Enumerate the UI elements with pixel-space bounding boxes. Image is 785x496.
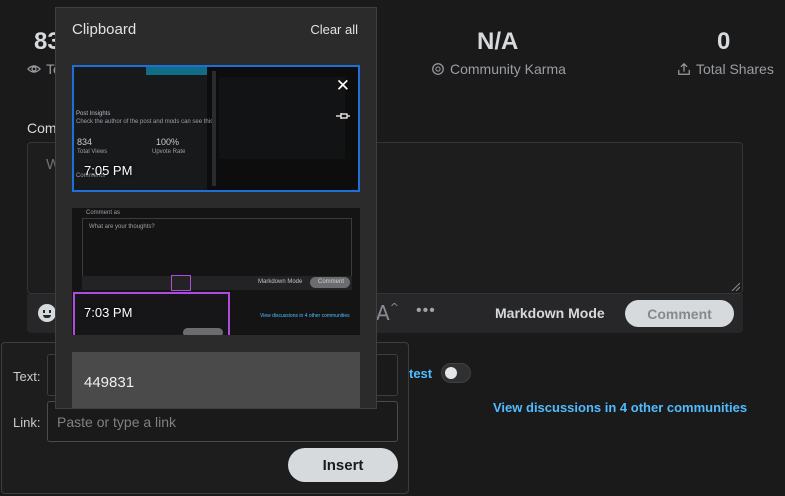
mini-comment-button: Comment [310, 277, 350, 288]
highlight-box [171, 275, 191, 291]
clipboard-item-text[interactable]: 449831 [72, 352, 360, 408]
clipboard-item-image[interactable]: Comment as What are your thoughts? Markd… [72, 208, 360, 335]
clipboard-item-text-value: 449831 [84, 374, 135, 391]
clipboard-item-time: 7:05 PM [84, 163, 133, 178]
thumbnail-divider [212, 71, 216, 186]
pin-icon[interactable] [336, 111, 350, 121]
close-icon[interactable]: ✕ [336, 77, 350, 94]
mini-text: Upvote Rate [152, 149, 186, 155]
stat-shares-text: Total Shares [696, 61, 774, 77]
mini-text: View discussions in 4 other communities [260, 313, 350, 319]
eye-icon [27, 65, 41, 73]
text-field-label: Text: [13, 369, 41, 384]
comment-as-label: Com [27, 120, 57, 136]
emoji-icon[interactable] [38, 304, 56, 322]
karma-icon [432, 63, 444, 75]
insert-button[interactable]: Insert [288, 448, 398, 482]
clear-all-button[interactable]: Clear all [310, 22, 358, 37]
clipboard-panel: Clipboard Clear all Post Insights Check … [55, 7, 377, 409]
mini-text: 100% [156, 137, 180, 147]
stat-shares-value: 0 [717, 28, 731, 55]
thumbnail-toolbar: Markdown Mode Comment [82, 276, 352, 290]
view-discussions-link[interactable]: View discussions in 4 other communities [493, 400, 747, 415]
thumbnail-right-pane [219, 77, 345, 159]
mini-text: 834 [77, 137, 93, 147]
stat-karma-value: N/A [477, 28, 519, 55]
thumbnail-banner [146, 67, 207, 75]
comment-submit-button[interactable]: Comment [625, 300, 734, 327]
mini-text: Comment as [86, 210, 121, 216]
stat-shares-label: Total Shares [677, 61, 774, 77]
superscript-icon[interactable]: A^ [376, 301, 399, 325]
mini-text: Check the author of the post and mods ca… [76, 119, 214, 125]
markdown-mode-toggle[interactable]: Markdown Mode [495, 305, 605, 321]
mini-text: Total Views [77, 149, 108, 155]
mini-text: Post Insights [76, 111, 111, 117]
clipboard-item-time: 7:03 PM [84, 305, 133, 320]
mini-text: What are your thoughts? [89, 224, 155, 230]
mini-text: Comment [318, 279, 345, 285]
clipboard-title: Clipboard [72, 21, 137, 38]
stat-karma-text: Community Karma [450, 61, 566, 77]
share-icon [678, 62, 690, 75]
thumbnail-textarea: What are your thoughts? [82, 218, 352, 278]
contest-mode-toggle[interactable] [441, 363, 471, 383]
mini-insert-button [183, 328, 223, 335]
link-field-label: Link: [13, 415, 41, 430]
more-options-icon[interactable]: ••• [416, 302, 436, 320]
contest-mode-label: test [409, 366, 433, 381]
toggle-knob [445, 367, 457, 379]
clipboard-item-image[interactable]: Post Insights Check the author of the po… [72, 65, 360, 192]
mini-text: Markdown Mode [258, 279, 303, 285]
resize-grip-icon[interactable] [730, 281, 740, 291]
stat-karma-label: Community Karma [431, 61, 566, 77]
